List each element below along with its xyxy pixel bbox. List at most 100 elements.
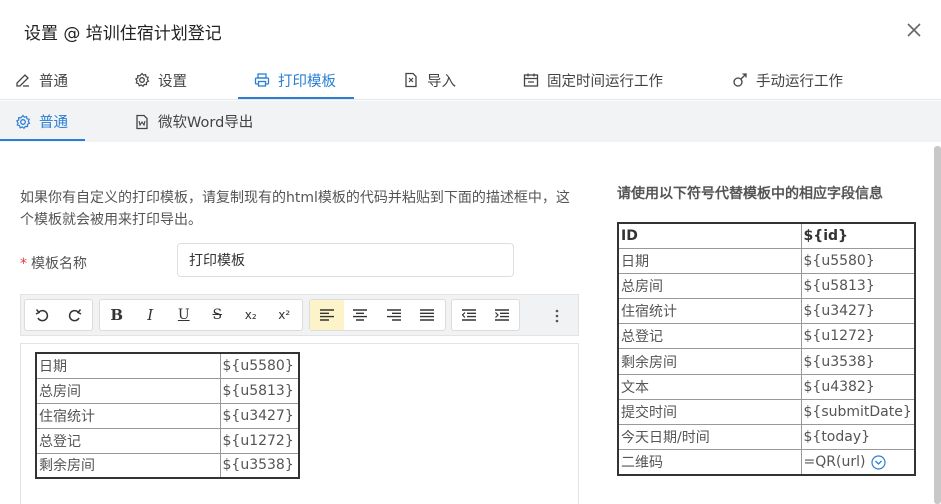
more-icon	[555, 309, 559, 323]
header-cell: ID	[617, 222, 802, 249]
more-button[interactable]	[545, 303, 569, 329]
file-import-icon	[405, 72, 417, 88]
align-center-button[interactable]	[344, 300, 378, 330]
table-cell: 二维码	[617, 449, 802, 476]
align-justify-icon	[420, 309, 435, 321]
table-cell: 总登记	[617, 323, 802, 350]
tab-label: 固定时间运行工作	[547, 73, 663, 90]
italic-button[interactable]: I	[134, 300, 168, 330]
tab-content: 如果你有自定义的打印模板，请复制现有的html模板的代码并粘贴到下面的描述框中，…	[0, 142, 941, 504]
align-right-icon	[386, 309, 401, 321]
table-row: 总登记 ${u1272}	[617, 323, 916, 350]
indent-button[interactable]	[486, 300, 520, 330]
indent-group	[451, 299, 520, 331]
table-header-row: ID ${id}	[617, 222, 916, 249]
gear-icon	[134, 72, 150, 88]
table-cell: 文本	[617, 373, 802, 400]
table-row: 文本 ${u4382}	[617, 373, 916, 400]
align-group	[309, 299, 446, 331]
tab-import[interactable]: 导入	[403, 60, 456, 100]
subtab-word-export[interactable]: 微软Word导出	[134, 101, 253, 142]
tab-label: 打印模板	[278, 73, 336, 90]
align-justify-button[interactable]	[411, 300, 445, 330]
table-cell: ${u3427}	[219, 402, 300, 429]
scrollbar[interactable]	[934, 146, 941, 504]
table-row: 提交时间 ${submitDate}	[617, 398, 916, 426]
tab-label: 普通	[39, 73, 68, 90]
bold-icon: B	[110, 306, 124, 324]
subscript-icon: x₂	[244, 308, 257, 322]
hand-run-icon	[733, 73, 747, 87]
template-name-label: * 模板名称	[20, 253, 87, 273]
tab-settings[interactable]: 设置	[134, 60, 187, 100]
tab-print-template[interactable]: 打印模板	[254, 60, 336, 100]
table-cell: ${u5580}	[219, 352, 300, 379]
table-row: 今天日期/时间 ${today}	[617, 423, 916, 451]
sub-tabs: 普通 微软Word导出	[0, 101, 941, 142]
align-left-button[interactable]	[310, 300, 344, 330]
table-row: 剩余房间 ${u3538}	[35, 452, 300, 479]
indent-icon	[495, 309, 510, 321]
table-cell: ${u1272}	[800, 323, 916, 350]
template-name-input[interactable]	[177, 243, 514, 277]
table-cell: 剩余房间	[617, 348, 802, 375]
close-icon[interactable]	[905, 21, 923, 39]
table-row: 总房间 ${u5813}	[617, 272, 916, 300]
redo-button[interactable]	[59, 300, 93, 330]
active-subtab-indicator	[0, 139, 85, 141]
italic-icon: I	[147, 306, 154, 324]
strikethrough-icon: S	[212, 307, 223, 323]
edit-icon	[16, 74, 29, 87]
field-reference-table: ID ${id} 日期 ${u5580} 总房间 ${u5813} 住宿统计 ${u34…	[617, 222, 916, 476]
table-cell: ${today}	[800, 423, 916, 451]
table-row: 剩余房间 ${u3538}	[617, 348, 916, 375]
table-cell: 住宿统计	[35, 402, 221, 429]
printer-icon	[254, 73, 270, 87]
table-row: 日期 ${u5580}	[617, 247, 916, 274]
table-cell: ${u5580}	[800, 247, 916, 274]
table-cell: ${u3538}	[800, 348, 916, 375]
bold-button[interactable]: B	[100, 300, 134, 330]
tab-general[interactable]: 普通	[15, 60, 68, 100]
rich-text-editor[interactable]: 日期 ${u5580} 总房间 ${u5813} 住宿统计 ${u3427} 总登记 $…	[20, 343, 579, 504]
superscript-icon: x²	[278, 308, 291, 322]
editor-toolbar: B I U S x₂ x²	[20, 294, 579, 336]
subtab-general[interactable]: 普通	[15, 101, 68, 142]
underline-icon: U	[177, 307, 190, 323]
table-row: 住宿统计 ${u3427}	[617, 298, 916, 325]
redo-icon	[69, 309, 82, 322]
table-cell: ${u5813}	[219, 377, 300, 404]
superscript-button[interactable]: x²	[268, 300, 302, 330]
template-description: 如果你有自定义的打印模板，请复制现有的html模板的代码并粘贴到下面的描述框中，…	[20, 190, 570, 228]
table-row: 住宿统计 ${u3427}	[35, 402, 300, 429]
table-row: 二维码 =QR(url)	[617, 449, 916, 476]
word-file-icon	[136, 114, 148, 129]
active-tab-indicator	[238, 97, 354, 99]
calendar-icon	[523, 73, 539, 87]
tab-manual-job[interactable]: 手动运行工作	[732, 60, 843, 100]
required-mark: *	[20, 256, 27, 272]
table-cell: ${u3427}	[800, 298, 916, 325]
header-cell: ${id}	[800, 222, 916, 249]
qr-formula: =QR(url)	[803, 454, 866, 471]
history-group	[24, 299, 93, 331]
align-center-icon	[353, 309, 368, 321]
tab-scheduled-job[interactable]: 固定时间运行工作	[523, 60, 663, 100]
table-row: 总登记 ${u1272}	[35, 427, 300, 454]
undo-button[interactable]	[25, 300, 59, 330]
align-left-icon	[319, 309, 334, 321]
underline-button[interactable]: U	[167, 300, 201, 330]
table-cell: 日期	[617, 247, 802, 274]
align-right-button[interactable]	[377, 300, 411, 330]
editor-table: 日期 ${u5580} 总房间 ${u5813} 住宿统计 ${u3427} 总登记 $…	[35, 352, 300, 479]
settings-dialog: 设置 @ 培训住宿计划登记 普通 设置 打印模板 导入 固定时间运行工作 手动运…	[0, 0, 941, 504]
subscript-button[interactable]: x₂	[234, 300, 268, 330]
chevron-down-icon[interactable]	[871, 454, 887, 470]
strikethrough-button[interactable]: S	[201, 300, 235, 330]
table-cell: 总房间	[617, 272, 802, 300]
format-group: B I U S x₂ x²	[99, 299, 303, 331]
table-cell: ${u3538}	[219, 452, 300, 479]
subtab-label: 普通	[39, 115, 68, 131]
outdent-button[interactable]	[452, 300, 486, 330]
dialog-title: 设置 @ 培训住宿计划登记	[24, 24, 222, 44]
